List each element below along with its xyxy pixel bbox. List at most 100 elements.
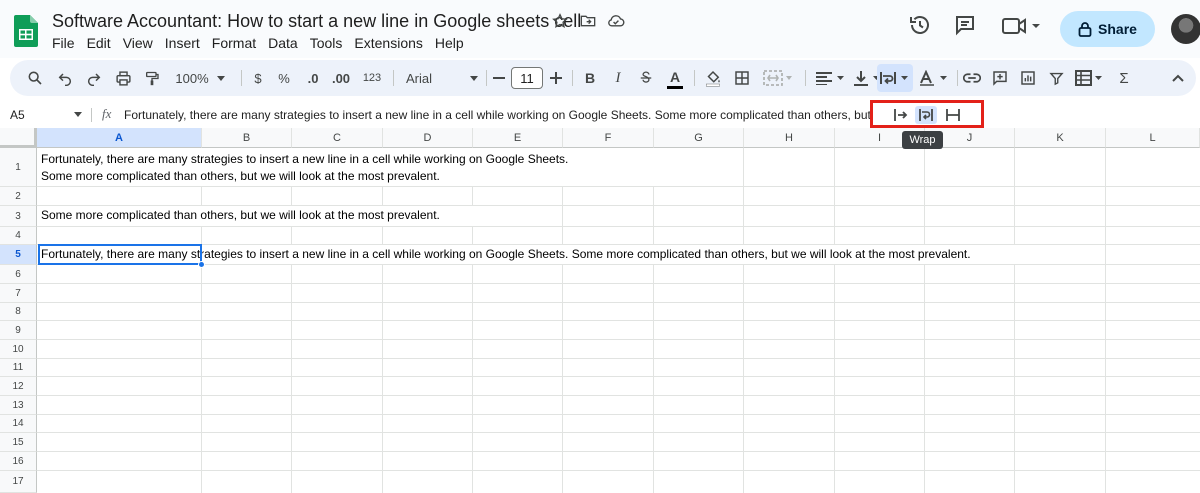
row-header-2[interactable]: 2 bbox=[0, 187, 37, 206]
menu-help[interactable]: Help bbox=[435, 35, 464, 51]
meet-video-icon[interactable] bbox=[1001, 15, 1041, 42]
row-header-1[interactable]: 1 bbox=[0, 148, 37, 187]
increase-font-size-icon[interactable] bbox=[547, 60, 565, 96]
column-header-h[interactable]: H bbox=[744, 128, 835, 148]
insert-comment-icon[interactable] bbox=[989, 60, 1011, 96]
more-formats-button[interactable]: 123 bbox=[359, 60, 385, 96]
toolbar-divider bbox=[694, 70, 695, 86]
menu-edit[interactable]: Edit bbox=[87, 35, 111, 51]
functions-button[interactable]: Σ bbox=[1114, 60, 1134, 96]
menu-data[interactable]: Data bbox=[268, 35, 298, 51]
comments-icon[interactable] bbox=[953, 13, 977, 42]
menu-file[interactable]: File bbox=[52, 35, 75, 51]
account-avatar[interactable] bbox=[1171, 14, 1200, 44]
menu-view[interactable]: View bbox=[123, 35, 153, 51]
search-menus-icon[interactable] bbox=[24, 60, 46, 96]
clip-icon bbox=[946, 109, 960, 121]
cell-a1-line-2[interactable]: Some more complicated than others, but w… bbox=[41, 168, 440, 185]
row-header-10[interactable]: 10 bbox=[0, 340, 37, 359]
row-header-3[interactable]: 3 bbox=[0, 206, 37, 227]
column-header-d[interactable]: D bbox=[383, 128, 473, 148]
filter-views-icon[interactable] bbox=[1072, 60, 1108, 96]
zoom-value: 100% bbox=[175, 70, 209, 86]
horizontal-align-icon[interactable] bbox=[813, 60, 847, 96]
insert-chart-icon[interactable] bbox=[1017, 60, 1039, 96]
row-header-4[interactable]: 4 bbox=[0, 227, 37, 245]
sheets-logo-icon[interactable] bbox=[14, 15, 38, 47]
text-color-button[interactable]: A bbox=[664, 60, 686, 96]
row-header-12[interactable]: 12 bbox=[0, 377, 37, 396]
menu-tools[interactable]: Tools bbox=[310, 35, 343, 51]
menu-format[interactable]: Format bbox=[212, 35, 256, 51]
menu-insert[interactable]: Insert bbox=[165, 35, 200, 51]
select-all-corner[interactable] bbox=[0, 128, 37, 148]
row-header-11[interactable]: 11 bbox=[0, 359, 37, 377]
percent-format-button[interactable]: % bbox=[274, 60, 294, 96]
redo-icon[interactable] bbox=[83, 60, 105, 96]
chevron-down-icon[interactable] bbox=[74, 112, 82, 117]
wrap-wrap-option[interactable] bbox=[915, 106, 937, 124]
merge-cells-icon[interactable] bbox=[760, 60, 796, 96]
filter-icon[interactable] bbox=[1045, 60, 1067, 96]
grid-line bbox=[37, 376, 1200, 377]
column-header-f[interactable]: F bbox=[563, 128, 654, 148]
paint-format-icon[interactable] bbox=[141, 60, 163, 96]
lock-icon bbox=[1078, 22, 1092, 37]
text-rotation-icon[interactable] bbox=[917, 60, 951, 96]
row-header-14[interactable]: 14 bbox=[0, 415, 37, 433]
column-header-a[interactable]: A bbox=[37, 128, 202, 148]
row-header-5[interactable]: 5 bbox=[0, 245, 37, 265]
column-header-e[interactable]: E bbox=[473, 128, 563, 148]
increase-decimal-button[interactable]: .00 bbox=[328, 60, 354, 96]
document-title[interactable]: Software Accountant: How to start a new … bbox=[52, 11, 581, 32]
cell-a3[interactable]: Some more complicated than others, but w… bbox=[41, 207, 440, 224]
column-header-l[interactable]: L bbox=[1106, 128, 1200, 148]
column-header-b[interactable]: B bbox=[202, 128, 292, 148]
toolbar-divider bbox=[805, 70, 806, 86]
column-header-k[interactable]: K bbox=[1015, 128, 1106, 148]
row-header-17[interactable]: 17 bbox=[0, 471, 37, 493]
grid-line bbox=[37, 339, 1200, 340]
strikethrough-icon[interactable] bbox=[636, 60, 656, 96]
wrap-overflow-option[interactable] bbox=[890, 106, 912, 124]
row-header-8[interactable]: 8 bbox=[0, 303, 37, 321]
text-wrapping-button[interactable] bbox=[877, 64, 913, 92]
print-icon[interactable] bbox=[112, 60, 134, 96]
name-box[interactable]: A5 bbox=[10, 108, 25, 122]
fill-handle[interactable] bbox=[198, 261, 205, 268]
undo-icon[interactable] bbox=[54, 60, 76, 96]
cloud-status-icon[interactable] bbox=[607, 12, 625, 30]
toolbar-divider bbox=[241, 70, 242, 86]
hide-menus-icon[interactable] bbox=[1168, 60, 1188, 96]
decrease-decimal-label: .0 bbox=[307, 70, 319, 86]
insert-link-icon[interactable] bbox=[961, 60, 983, 96]
bold-button[interactable]: B bbox=[580, 60, 600, 96]
borders-icon[interactable] bbox=[731, 60, 753, 96]
row-header-13[interactable]: 13 bbox=[0, 396, 37, 415]
wrap-icon bbox=[919, 109, 933, 121]
move-folder-icon[interactable] bbox=[579, 12, 597, 30]
italic-button[interactable]: I bbox=[608, 60, 628, 96]
text-wrap-menu bbox=[870, 100, 984, 128]
currency-format-button[interactable]: $ bbox=[248, 60, 268, 96]
wrap-clip-option[interactable] bbox=[942, 106, 964, 124]
row-header-6[interactable]: 6 bbox=[0, 265, 37, 284]
decrease-decimal-button[interactable]: .0 bbox=[301, 60, 325, 96]
decrease-font-size-icon[interactable] bbox=[490, 60, 508, 96]
column-header-g[interactable]: G bbox=[654, 128, 744, 148]
row-header-16[interactable]: 16 bbox=[0, 452, 37, 471]
row-header-9[interactable]: 9 bbox=[0, 321, 37, 340]
history-icon[interactable] bbox=[908, 13, 932, 42]
cell-a1-line-1[interactable]: Fortunately, there are many strategies t… bbox=[41, 151, 568, 168]
row-header-15[interactable]: 15 bbox=[0, 433, 37, 452]
row-header-7[interactable]: 7 bbox=[0, 284, 37, 303]
font-family-select[interactable]: Arial bbox=[402, 60, 482, 96]
font-size-input[interactable]: 11 bbox=[511, 67, 543, 89]
menu-extensions[interactable]: Extensions bbox=[354, 35, 422, 51]
star-icon[interactable] bbox=[551, 12, 569, 30]
zoom-select[interactable]: 100% bbox=[170, 60, 230, 96]
share-button[interactable]: Share bbox=[1060, 11, 1155, 47]
formula-input[interactable]: Fortunately, there are many strategies t… bbox=[124, 108, 874, 122]
column-header-c[interactable]: C bbox=[292, 128, 383, 148]
fill-color-icon[interactable] bbox=[702, 60, 724, 96]
